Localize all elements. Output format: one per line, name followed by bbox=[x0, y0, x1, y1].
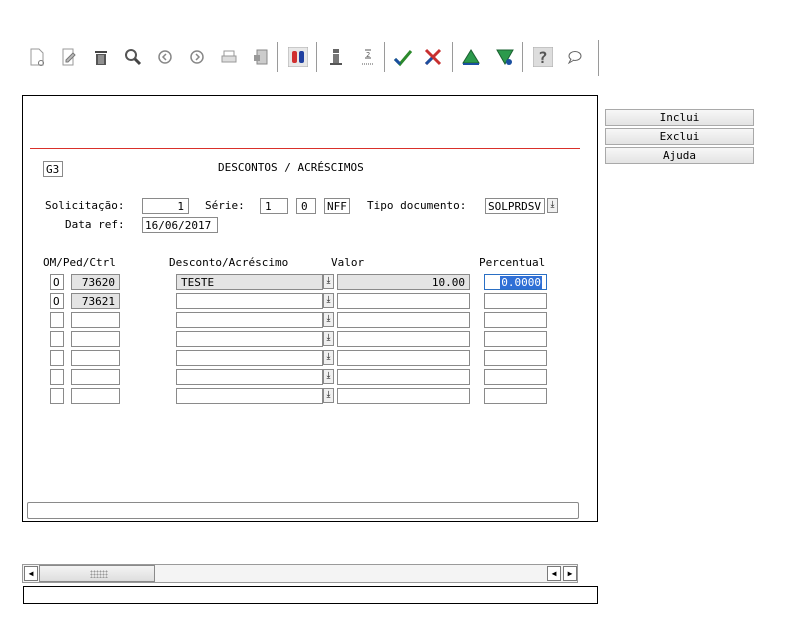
edit-icon[interactable] bbox=[58, 46, 80, 68]
percentual-value: 0.0000 bbox=[500, 276, 542, 289]
hourglass-icon[interactable]: 2 bbox=[357, 46, 379, 68]
scroll-right-icon[interactable]: ▶ bbox=[563, 566, 577, 581]
scroll-left-icon[interactable]: ◀ bbox=[24, 566, 38, 581]
percentual-field[interactable] bbox=[484, 312, 547, 328]
valor-field[interactable]: 10.00 bbox=[337, 274, 470, 290]
desconto-field[interactable] bbox=[176, 388, 323, 404]
desconto-field[interactable] bbox=[176, 350, 323, 366]
serie-label: Série: bbox=[205, 199, 245, 212]
desconto-dropdown-icon[interactable]: ⤓ bbox=[323, 388, 334, 403]
chat-icon[interactable] bbox=[564, 46, 586, 68]
scroll-left-end-icon[interactable]: ◀ bbox=[547, 566, 561, 581]
desconto-dropdown-icon[interactable]: ⤓ bbox=[323, 350, 334, 365]
ctrl-field[interactable] bbox=[71, 350, 120, 366]
data-ref-field[interactable]: 16/06/2017 bbox=[142, 217, 218, 233]
desconto-dropdown-icon[interactable]: ⤓ bbox=[323, 274, 334, 289]
om-field[interactable] bbox=[50, 331, 64, 347]
cancel-icon[interactable] bbox=[422, 46, 444, 68]
search-icon[interactable] bbox=[122, 46, 144, 68]
exclui-button[interactable]: Exclui bbox=[605, 128, 754, 145]
ctrl-field[interactable] bbox=[71, 369, 120, 385]
header-divider bbox=[30, 148, 580, 149]
ctrl-field[interactable] bbox=[71, 312, 120, 328]
om-field[interactable] bbox=[50, 312, 64, 328]
header-om-ped-ctrl: OM/Ped/Ctrl bbox=[43, 256, 116, 269]
up-icon[interactable] bbox=[460, 46, 482, 68]
toolbar-separator bbox=[277, 42, 278, 72]
svg-text:?: ? bbox=[538, 48, 548, 67]
om-field[interactable] bbox=[50, 369, 64, 385]
binoculars-icon[interactable] bbox=[287, 46, 309, 68]
desconto-dropdown-icon[interactable]: ⤓ bbox=[323, 331, 334, 346]
valor-field[interactable] bbox=[337, 312, 470, 328]
scroll-thumb[interactable] bbox=[39, 565, 155, 582]
solicitacao-field[interactable]: 1 bbox=[142, 198, 189, 214]
desconto-field[interactable] bbox=[176, 312, 323, 328]
serie-field-3[interactable]: NFF bbox=[324, 198, 350, 214]
print-icon[interactable] bbox=[218, 46, 240, 68]
toolbar: 2 ? bbox=[22, 40, 599, 76]
ctrl-field[interactable]: 73621 bbox=[71, 293, 120, 309]
header-percentual: Percentual bbox=[479, 256, 546, 269]
help-icon[interactable]: ? bbox=[532, 46, 554, 68]
toolbar-separator bbox=[384, 42, 385, 72]
serie-field-1[interactable]: 1 bbox=[260, 198, 288, 214]
valor-field[interactable] bbox=[337, 293, 470, 309]
header-desconto: Desconto/Acréscimo bbox=[169, 256, 289, 269]
tipo-documento-label: Tipo documento: bbox=[367, 199, 467, 212]
export-icon[interactable] bbox=[250, 46, 272, 68]
om-field[interactable] bbox=[50, 350, 64, 366]
info-icon[interactable] bbox=[325, 46, 347, 68]
percentual-field[interactable] bbox=[484, 350, 547, 366]
ctrl-field[interactable] bbox=[71, 331, 120, 347]
bottom-status-panel bbox=[23, 586, 598, 604]
om-field[interactable] bbox=[50, 388, 64, 404]
tipo-documento-select[interactable]: SOLPRDSV bbox=[485, 198, 545, 214]
filter-icon[interactable] bbox=[494, 46, 516, 68]
form-code-field: G3 bbox=[43, 161, 63, 177]
inclui-button[interactable]: Inclui bbox=[605, 109, 754, 126]
trash-icon[interactable] bbox=[90, 46, 112, 68]
next-icon[interactable] bbox=[186, 46, 208, 68]
grip-icon bbox=[90, 570, 108, 578]
ajuda-button[interactable]: Ajuda bbox=[605, 147, 754, 164]
valor-field[interactable] bbox=[337, 331, 470, 347]
header-valor: Valor bbox=[331, 256, 365, 269]
toolbar-separator bbox=[522, 42, 523, 72]
percentual-field[interactable] bbox=[484, 293, 547, 309]
valor-field[interactable] bbox=[337, 369, 470, 385]
new-doc-icon[interactable] bbox=[26, 46, 48, 68]
form-title: DESCONTOS / ACRÉSCIMOS bbox=[218, 161, 364, 174]
solicitacao-label: Solicitação: bbox=[45, 199, 125, 212]
desconto-field[interactable] bbox=[176, 293, 323, 309]
percentual-field[interactable] bbox=[484, 369, 547, 385]
desconto-field[interactable] bbox=[176, 331, 323, 347]
ctrl-field[interactable]: 73620 bbox=[71, 274, 120, 290]
data-ref-label: Data ref: bbox=[65, 218, 125, 231]
horizontal-scrollbar[interactable]: ◀ bbox=[22, 564, 578, 583]
status-bar-field bbox=[27, 502, 579, 519]
tipo-documento-dropdown-icon[interactable]: ⤓ bbox=[547, 198, 558, 213]
svg-text:2: 2 bbox=[366, 51, 370, 59]
om-field[interactable]: O bbox=[50, 293, 64, 309]
desconto-dropdown-icon[interactable]: ⤓ bbox=[323, 293, 334, 308]
valor-field[interactable] bbox=[337, 350, 470, 366]
percentual-field[interactable]: 0.0000 bbox=[484, 274, 547, 290]
toolbar-separator bbox=[452, 42, 453, 72]
desconto-dropdown-icon[interactable]: ⤓ bbox=[323, 369, 334, 384]
toolbar-separator bbox=[316, 42, 317, 72]
om-field[interactable]: O bbox=[50, 274, 64, 290]
desconto-field[interactable] bbox=[176, 369, 323, 385]
percentual-field[interactable] bbox=[484, 388, 547, 404]
ctrl-field[interactable] bbox=[71, 388, 120, 404]
serie-field-2[interactable]: 0 bbox=[296, 198, 316, 214]
valor-field[interactable] bbox=[337, 388, 470, 404]
percentual-field[interactable] bbox=[484, 331, 547, 347]
main-form-frame: G3 DESCONTOS / ACRÉSCIMOS Solicitação: 1… bbox=[22, 95, 598, 522]
check-icon[interactable] bbox=[392, 46, 414, 68]
prev-icon[interactable] bbox=[154, 46, 176, 68]
desconto-dropdown-icon[interactable]: ⤓ bbox=[323, 312, 334, 327]
desconto-field[interactable]: TESTE bbox=[176, 274, 323, 290]
